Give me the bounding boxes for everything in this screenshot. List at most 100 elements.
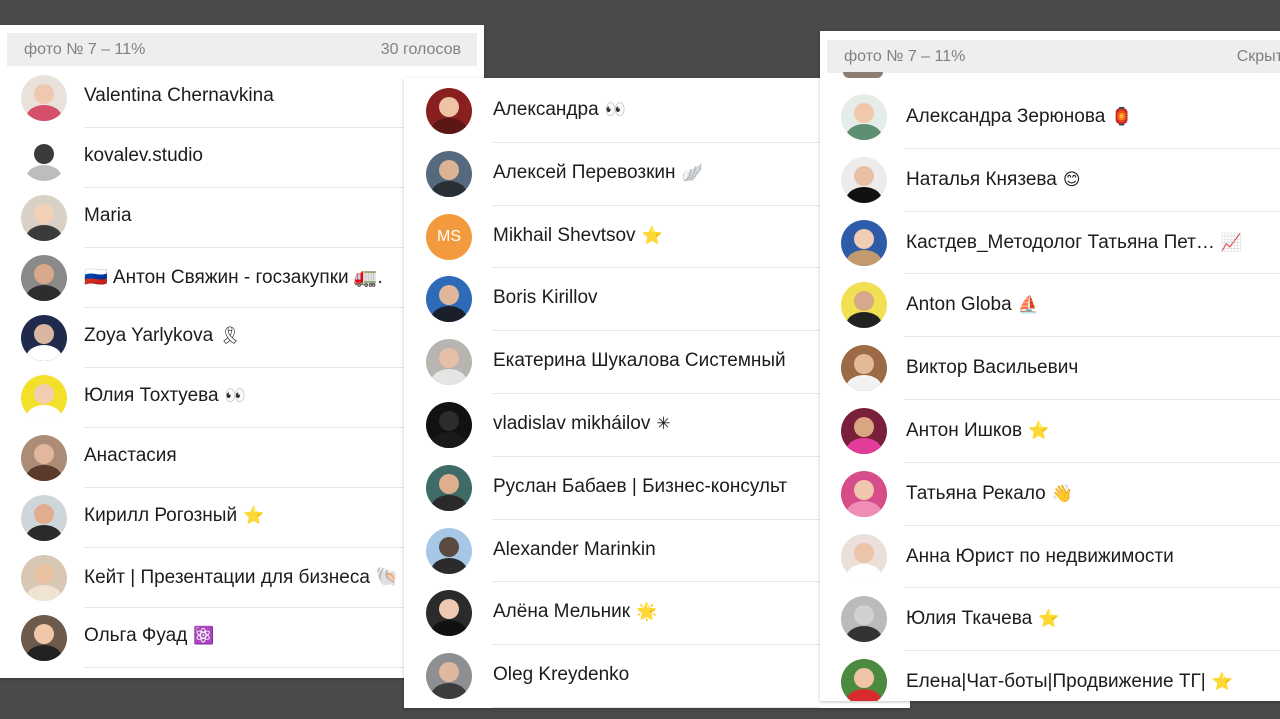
- voter-row[interactable]: Кастдев_Методолог Татьяна Пет… 📈: [820, 212, 1280, 275]
- avatar-photo: [26, 285, 62, 301]
- avatar[interactable]: [21, 315, 67, 361]
- voter-name-text: Татьяна Рекало: [906, 482, 1046, 504]
- voter-name[interactable]: Zoya Yarlykova 🎗: [84, 325, 404, 347]
- hide-results-link[interactable]: Скрыт: [1237, 40, 1280, 73]
- avatar[interactable]: [426, 150, 472, 197]
- voter-name-text: Виктор Васильевич: [906, 357, 1079, 379]
- avatar[interactable]: [426, 88, 472, 134]
- avatar-photo: [431, 494, 467, 511]
- voter-row[interactable]: Татьяна Рекало 👋: [820, 463, 1280, 526]
- avatar[interactable]: [21, 435, 67, 481]
- voter-name[interactable]: Елена|Чат-боты|Продвижение ТГ| ⭐: [906, 671, 1271, 693]
- avatar[interactable]: [426, 464, 472, 511]
- avatar: [843, 72, 883, 78]
- voter-name[interactable]: Ольга Фуад ⚛️: [84, 625, 404, 647]
- avatar[interactable]: [21, 255, 67, 301]
- voter-row[interactable]: Наталья Князева 😊: [820, 149, 1280, 212]
- voter-name[interactable]: Александра Зерюнова 🏮: [906, 106, 1271, 128]
- voter-name[interactable]: Mikhail Shevtsov ⭐: [493, 225, 823, 247]
- voter-name[interactable]: Maria: [84, 205, 404, 227]
- voter-name[interactable]: Кирилл Рогозный ⭐: [84, 505, 404, 527]
- avatar[interactable]: [21, 135, 67, 181]
- avatar[interactable]: [426, 590, 472, 637]
- status-emoji-icon: 🪽: [681, 162, 703, 182]
- avatar[interactable]: [841, 156, 887, 203]
- voter-row[interactable]: Антон Ишков ⭐: [820, 400, 1280, 463]
- avatar[interactable]: [426, 401, 472, 448]
- avatar[interactable]: [841, 282, 887, 329]
- voter-name[interactable]: Valentina Chernavkina: [84, 85, 404, 107]
- avatar[interactable]: MS: [426, 213, 472, 260]
- avatar-photo: [846, 437, 882, 454]
- avatar[interactable]: [426, 276, 472, 323]
- voter-row[interactable]: Anton Globa ⛵: [820, 274, 1280, 338]
- avatar-photo: [34, 204, 54, 224]
- poll-option-label: фото № 7 – 11%: [844, 48, 966, 65]
- voter-name[interactable]: 🇷🇺 Антон Свяжин - госзакупки 🚛.: [84, 265, 404, 289]
- avatar[interactable]: [841, 533, 887, 580]
- voter-name[interactable]: Алексей Перевозкин 🪽: [493, 162, 823, 184]
- avatar-photo: [431, 683, 467, 700]
- voter-name[interactable]: Boris Kirillov: [493, 287, 823, 309]
- divider: [84, 667, 404, 668]
- avatar[interactable]: [841, 345, 887, 392]
- voter-name[interactable]: Anton Globa ⛵: [906, 294, 1271, 316]
- avatar-photo: [26, 525, 62, 541]
- avatar-photo: [854, 228, 874, 249]
- voter-name[interactable]: Alexander Marinkin: [493, 539, 823, 561]
- avatar[interactable]: [841, 470, 887, 517]
- voter-name[interactable]: Руслан Бабаев | Бизнес-консульт: [493, 476, 823, 498]
- avatar[interactable]: [841, 407, 887, 454]
- avatar[interactable]: [841, 596, 887, 643]
- voter-name[interactable]: Кейт | Презентации для бизнеса 🐚: [84, 565, 404, 589]
- voter-row[interactable]: Виктор Васильевич: [820, 337, 1280, 400]
- voter-name-text: Руслан Бабаев | Бизнес-консульт: [493, 475, 788, 497]
- status-emoji-icon: ⚛️: [193, 626, 215, 645]
- avatar[interactable]: [841, 219, 887, 266]
- avatar-photo: [854, 165, 874, 186]
- voter-name-text: Екатерина Шукалова Системный: [493, 350, 786, 372]
- voter-name[interactable]: Кастдев_Методолог Татьяна Пет… 📈: [906, 232, 1271, 254]
- voter-name[interactable]: vladislav mikháilov ✳: [493, 413, 823, 435]
- voter-name[interactable]: kovalev.studio: [84, 145, 404, 167]
- voter-name[interactable]: Татьяна Рекало 👋: [906, 483, 1271, 505]
- voter-name[interactable]: Алёна Мельник 🌟: [493, 601, 823, 623]
- avatar[interactable]: [21, 375, 67, 421]
- voter-name-text: Антон Ишков: [906, 419, 1023, 441]
- status-emoji-icon: 🌟: [636, 602, 658, 622]
- voter-name[interactable]: Екатерина Шукалова Системный: [493, 350, 823, 372]
- avatar[interactable]: [841, 659, 887, 701]
- voters-panel-right: фото № 7 – 11% Скрыт Александра Зерюнова…: [820, 31, 1280, 701]
- voter-row[interactable]: Елена|Чат-боты|Продвижение ТГ| ⭐: [820, 651, 1280, 701]
- voter-name[interactable]: Юлия Ткачева ⭐: [906, 608, 1271, 630]
- status-emoji-icon: ⭐: [1038, 609, 1060, 629]
- avatar-photo: [846, 186, 882, 203]
- avatar[interactable]: [21, 555, 67, 601]
- voter-name[interactable]: Александра 👀: [493, 99, 823, 121]
- avatar[interactable]: [21, 75, 67, 121]
- voter-name[interactable]: Oleg Kreydenko: [493, 664, 823, 686]
- avatar-photo: [431, 431, 467, 448]
- avatar[interactable]: [21, 615, 67, 661]
- voter-name[interactable]: Виктор Васильевич: [906, 357, 1271, 379]
- voter-name-text: Александра: [493, 99, 599, 120]
- voter-name[interactable]: Антон Ишков ⭐: [906, 420, 1271, 442]
- voter-row[interactable]: Александра Зерюнова 🏮: [820, 86, 1280, 149]
- voter-name-text: Алёна Мельник: [493, 601, 631, 623]
- avatar[interactable]: [21, 495, 67, 541]
- avatar[interactable]: [841, 94, 887, 140]
- voter-name[interactable]: Наталья Князева 😊: [906, 169, 1271, 191]
- avatar-photo: [34, 564, 54, 584]
- voter-row[interactable]: Юлия Ткачева ⭐: [820, 588, 1280, 652]
- voter-row[interactable]: Анна Юрист по недвижимости: [820, 526, 1280, 589]
- avatar-photo: [439, 662, 459, 683]
- voter-name[interactable]: Анна Юрист по недвижимости: [906, 546, 1271, 568]
- status-emoji-icon: ⛵: [1017, 295, 1039, 315]
- divider: [492, 706, 820, 708]
- avatar[interactable]: [21, 195, 67, 241]
- avatar[interactable]: [426, 339, 472, 386]
- voter-name[interactable]: Юлия Тохтуева 👀: [84, 385, 404, 407]
- voter-name[interactable]: Анастасия: [84, 445, 404, 467]
- avatar[interactable]: [426, 653, 472, 700]
- avatar[interactable]: [426, 527, 472, 574]
